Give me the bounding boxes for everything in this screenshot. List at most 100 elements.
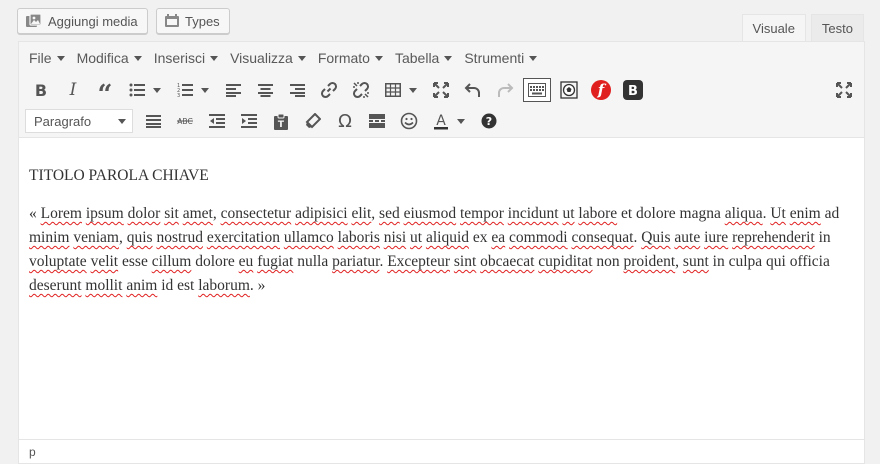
justify-button[interactable] — [137, 106, 169, 136]
content-heading: TITOLO PAROLA CHIAVE — [29, 167, 209, 184]
redo-button[interactable] — [489, 75, 521, 105]
strikethrough-button[interactable]: ABC — [169, 106, 201, 136]
misspelled-word: commodi — [509, 229, 568, 246]
justify-icon — [145, 114, 161, 128]
align-right-button[interactable] — [281, 75, 313, 105]
misspelled-word: voluptate — [29, 253, 87, 270]
chevron-down-icon — [56, 55, 65, 61]
soccer-icon — [560, 81, 578, 99]
numbered-list-button[interactable]: 123 — [169, 75, 217, 105]
soccer-plugin-button[interactable] — [553, 75, 585, 105]
blockquote-button[interactable]: “ — [89, 75, 121, 110]
add-media-button[interactable]: Aggiungi media — [17, 8, 148, 34]
f-plugin-button[interactable]: f — [585, 75, 617, 105]
indent-button[interactable] — [233, 106, 265, 136]
align-left-icon — [225, 83, 241, 97]
b-plugin-button[interactable]: B — [617, 75, 649, 105]
fullscreen-icon — [433, 82, 449, 98]
clear-format-button[interactable] — [297, 106, 329, 136]
italic-icon: I — [69, 80, 77, 100]
text-run: , — [371, 205, 380, 222]
chevron-down-icon — [133, 55, 142, 61]
menu-format[interactable]: Formato — [312, 50, 389, 66]
tab-visual[interactable]: Visuale — [741, 14, 806, 43]
misspelled-word: Excepteur — [387, 253, 451, 270]
misspelled-word: proident — [623, 253, 676, 270]
element-path[interactable]: p — [29, 445, 36, 459]
chevron-down-icon — [529, 55, 538, 61]
help-icon: ? — [481, 113, 497, 129]
toolbar-row-1: B I “ 123 f B — [25, 75, 649, 110]
add-media-label: Aggiungi media — [48, 13, 138, 29]
paste-text-button[interactable]: T — [265, 106, 297, 136]
misspelled-word: ullamco — [283, 229, 334, 246]
content-paragraph: « Lorem ipsum dolor sit amet, consectetu… — [29, 202, 854, 298]
help-button[interactable]: ? — [473, 106, 505, 136]
undo-button[interactable] — [457, 75, 489, 105]
text-run: , — [212, 205, 221, 222]
chevron-down-icon — [210, 55, 219, 61]
outdent-button[interactable] — [201, 106, 233, 136]
emoji-button[interactable] — [393, 106, 425, 136]
editor-content[interactable]: TITOLO PAROLA CHIAVE « Lorem ipsum dolor… — [19, 138, 864, 298]
misspelled-word: aliqua — [724, 205, 763, 222]
misspelled-word: sint — [453, 253, 477, 270]
read-more-button[interactable] — [361, 106, 393, 136]
outdent-icon — [209, 114, 225, 128]
misspelled-word: reprehenderit — [732, 229, 815, 246]
chevron-down-icon — [201, 87, 209, 93]
formatting-toolbar: B I “ 123 f B Paragrafo ABC T Ω A ? — [19, 74, 864, 138]
blockquote-icon: “ — [97, 80, 113, 110]
format-select[interactable]: Paragrafo — [25, 109, 133, 133]
svg-text:?: ? — [486, 115, 492, 128]
text-run: in culpa qui officia — [708, 253, 830, 270]
distraction-free-button[interactable] — [425, 75, 457, 105]
misspelled-word: Ut — [770, 205, 786, 222]
menu-view[interactable]: Visualizza — [224, 50, 312, 66]
bold-button[interactable]: B — [25, 75, 57, 105]
fullscreen-button[interactable] — [828, 75, 860, 105]
menu-view-label: Visualizza — [230, 50, 293, 66]
table-button[interactable] — [377, 75, 425, 105]
tab-text[interactable]: Testo — [810, 14, 864, 42]
align-center-button[interactable] — [249, 75, 281, 105]
unlink-button[interactable] — [345, 75, 377, 105]
bullet-list-button[interactable] — [121, 75, 169, 105]
align-left-button[interactable] — [217, 75, 249, 105]
misspelled-word: quis — [126, 229, 153, 246]
chevron-down-icon — [297, 55, 306, 61]
link-button[interactable] — [313, 75, 345, 105]
text-color-button[interactable]: A — [425, 106, 473, 136]
misspelled-word: ut — [562, 205, 575, 222]
misspelled-word: mollit — [85, 277, 123, 294]
special-char-button[interactable]: Ω — [329, 106, 361, 136]
format-select-value: Paragrafo — [34, 113, 92, 129]
link-icon — [320, 81, 338, 99]
text-run: esse — [118, 253, 152, 270]
misspelled-word: anim — [126, 277, 158, 294]
bullet-list-icon — [129, 83, 145, 97]
indent-icon — [241, 114, 257, 128]
fullscreen-icon — [836, 82, 852, 98]
toolbar-toggle-button[interactable] — [521, 75, 553, 105]
misspelled-word: sunt — [682, 253, 709, 270]
text-run: ad — [820, 205, 840, 222]
misspelled-word: Quis — [641, 229, 671, 246]
misspelled-word: laboris — [337, 229, 380, 246]
svg-text:A: A — [436, 113, 446, 129]
misspelled-word: Lorem — [40, 205, 82, 222]
redo-icon — [496, 82, 514, 98]
unlink-icon — [352, 81, 370, 99]
menu-insert[interactable]: Inserisci — [148, 50, 224, 66]
types-button[interactable]: Types — [156, 8, 230, 34]
menu-edit[interactable]: Modifica — [71, 50, 148, 66]
italic-button[interactable]: I — [57, 75, 89, 105]
menu-edit-label: Modifica — [76, 50, 129, 66]
menu-table[interactable]: Tabella — [389, 50, 458, 66]
svg-text:T: T — [278, 120, 285, 130]
menu-file[interactable]: File — [23, 50, 71, 66]
read-more-icon — [369, 114, 385, 128]
misspelled-word: iure — [704, 229, 729, 246]
menu-file-label: File — [29, 50, 52, 66]
menu-tools[interactable]: Strumenti — [458, 50, 543, 66]
